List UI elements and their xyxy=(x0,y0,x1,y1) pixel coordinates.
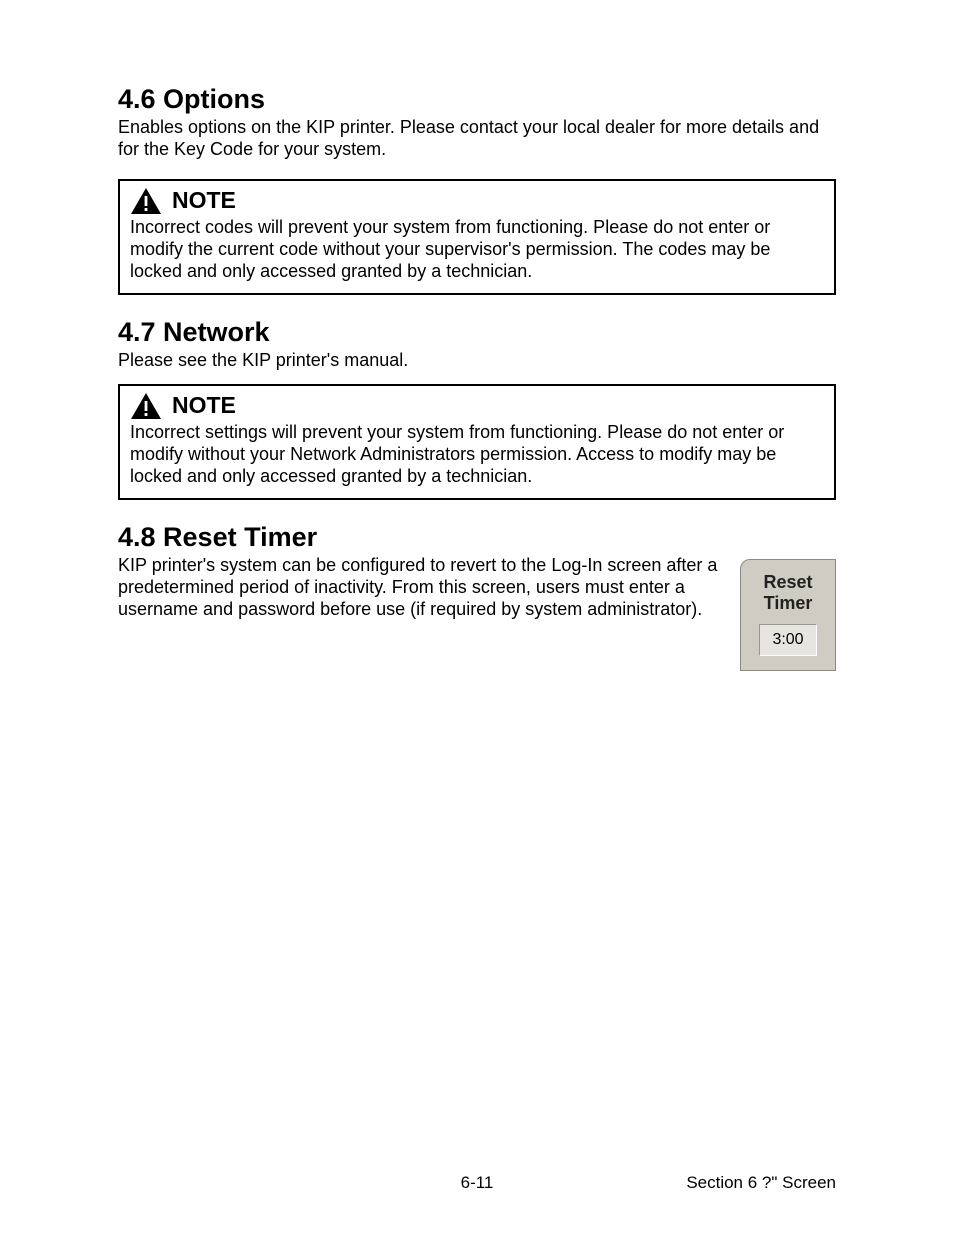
note-body-2: Incorrect settings will prevent your sys… xyxy=(130,422,824,488)
note-header-1: NOTE xyxy=(130,187,824,215)
reset-timer-value[interactable]: 3:00 xyxy=(759,624,817,656)
reset-row: KIP printer's system can be configured t… xyxy=(118,555,836,671)
warning-icon xyxy=(130,392,162,420)
heading-network: 4.7 Network xyxy=(118,317,836,348)
note-header-2: NOTE xyxy=(130,392,824,420)
footer-page-number: 6-11 xyxy=(461,1173,494,1193)
body-reset: KIP printer's system can be configured t… xyxy=(118,555,722,621)
note-body-1: Incorrect codes will prevent your system… xyxy=(130,217,824,283)
document-page: 4.6 Options Enables options on the KIP p… xyxy=(0,0,954,1235)
reset-text-column: KIP printer's system can be configured t… xyxy=(118,555,722,621)
note-box-2: NOTE Incorrect settings will prevent you… xyxy=(118,384,836,500)
reset-timer-panel: Reset Timer 3:00 xyxy=(740,559,836,671)
body-options: Enables options on the KIP printer. Plea… xyxy=(118,117,836,161)
body-network: Please see the KIP printer's manual. xyxy=(118,350,836,372)
reset-timer-panel-title: Reset Timer xyxy=(753,572,823,614)
heading-options: 4.6 Options xyxy=(118,84,836,115)
warning-icon xyxy=(130,187,162,215)
heading-reset: 4.8 Reset Timer xyxy=(118,522,836,553)
footer-section-label: Section 6 ?" Screen xyxy=(686,1173,836,1193)
note-title-1: NOTE xyxy=(172,187,236,214)
note-title-2: NOTE xyxy=(172,392,236,419)
note-box-1: NOTE Incorrect codes will prevent your s… xyxy=(118,179,836,295)
